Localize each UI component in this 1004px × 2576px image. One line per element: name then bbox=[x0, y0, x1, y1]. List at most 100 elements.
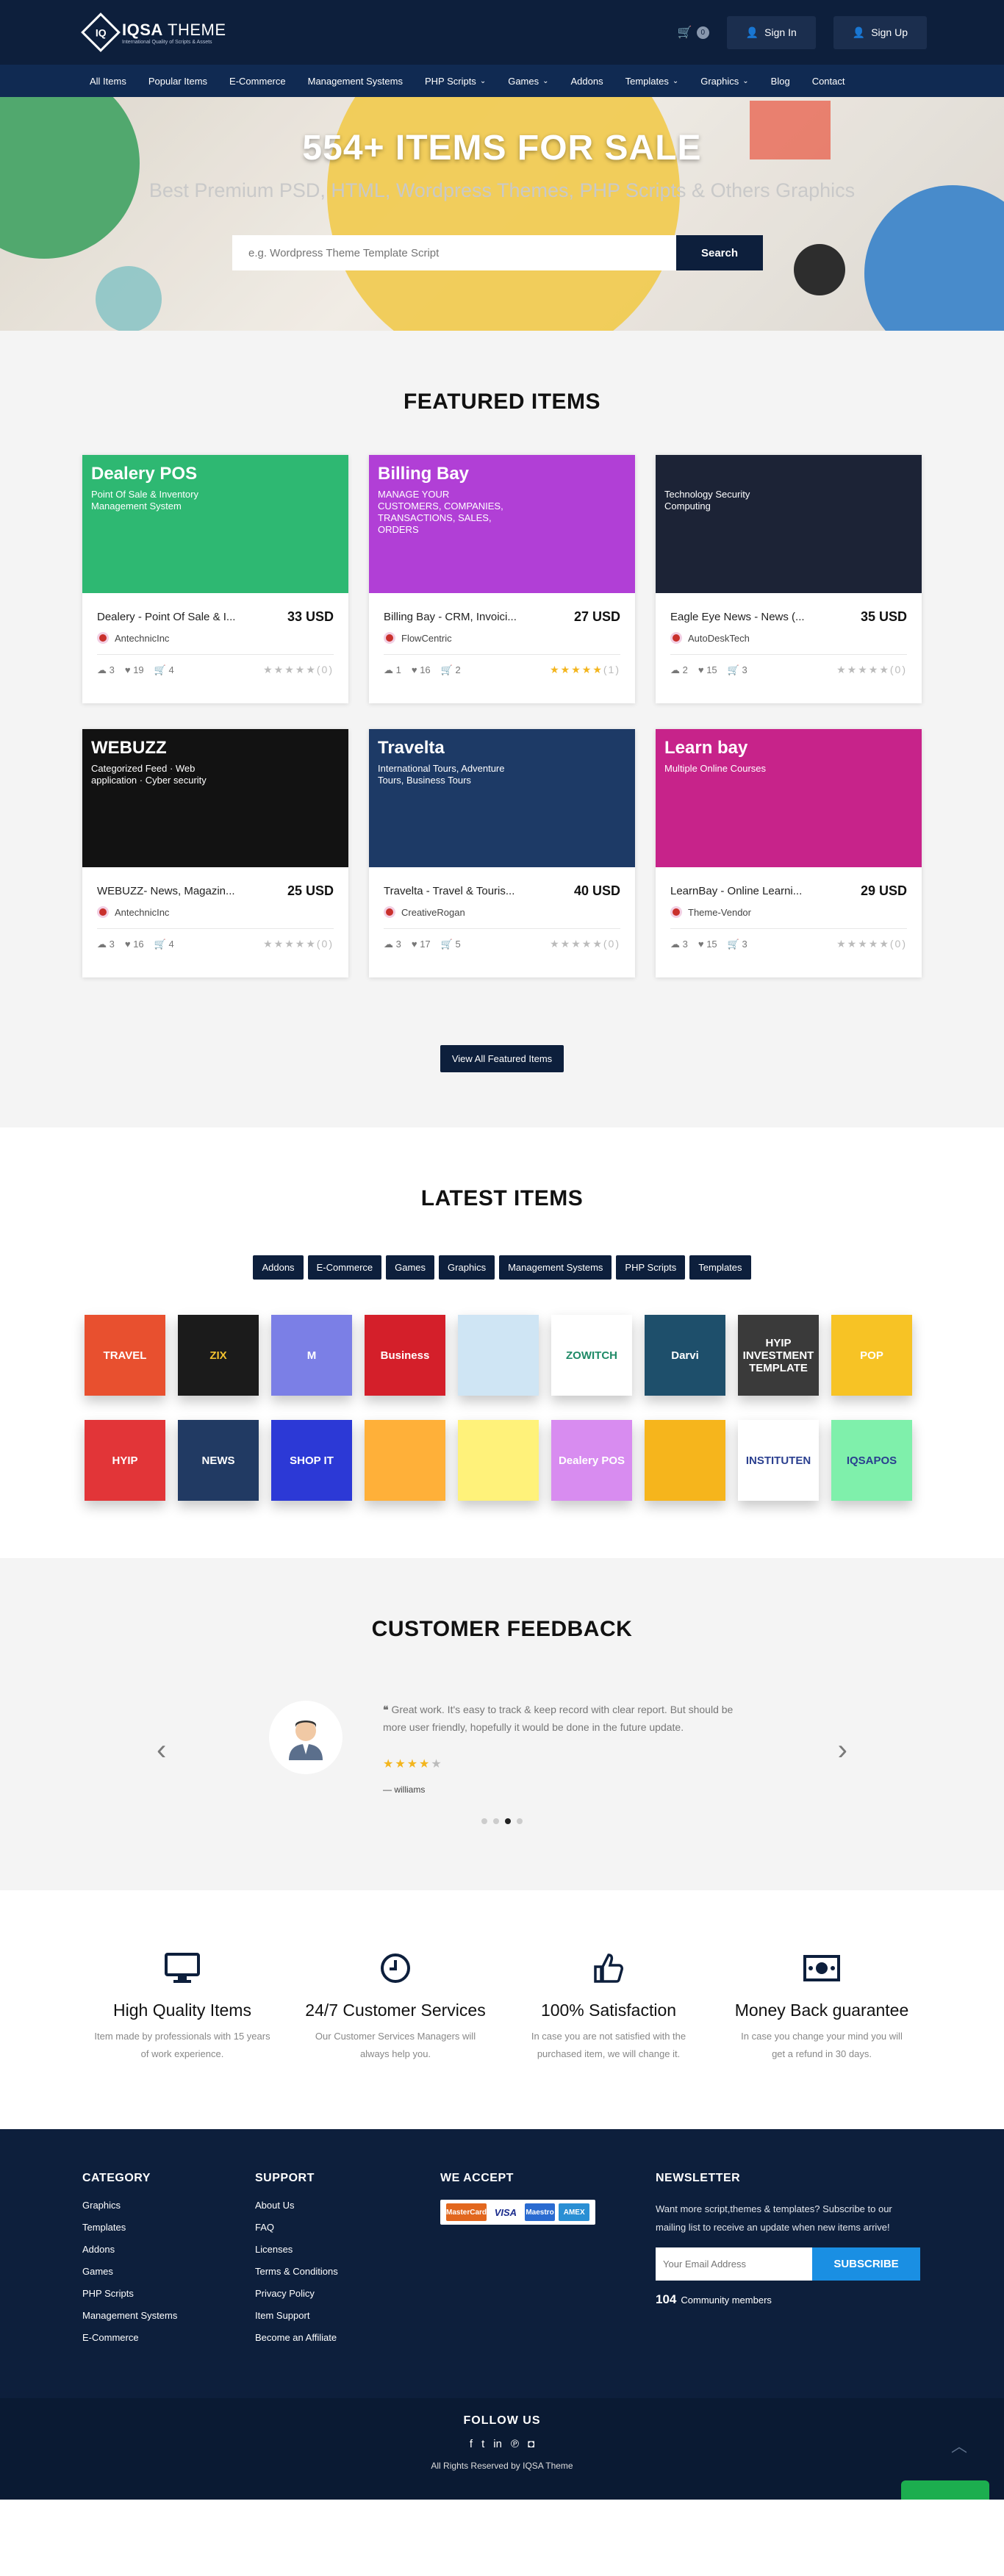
product-author[interactable]: Theme-Vendor bbox=[670, 906, 907, 918]
category-filter-button[interactable]: PHP Scripts bbox=[616, 1255, 686, 1280]
product-author[interactable]: AntechnicInc bbox=[97, 906, 334, 918]
slider-dot[interactable] bbox=[517, 1818, 523, 1824]
product-name[interactable]: Travelta - Travel & Touris... bbox=[384, 885, 545, 897]
newsletter-email-input[interactable] bbox=[656, 2247, 812, 2281]
category-filter-button[interactable]: Games bbox=[386, 1255, 435, 1280]
nav-item[interactable]: Games ⌄ bbox=[508, 76, 548, 87]
product-thumbnail[interactable]: Learn bay Multiple Online Courses bbox=[656, 729, 922, 867]
category-filter-button[interactable]: E-Commerce bbox=[307, 1255, 382, 1280]
footer-support-link[interactable]: Terms & Conditions bbox=[255, 2266, 440, 2277]
latest-item-thumbnail[interactable]: Business bbox=[365, 1315, 445, 1396]
product-card[interactable]: Billing Bay MANAGE YOUR CUSTOMERS, COMPAN… bbox=[369, 455, 635, 703]
footer-support-link[interactable]: About Us bbox=[255, 2200, 440, 2211]
footer-support-link[interactable]: FAQ bbox=[255, 2222, 440, 2233]
slider-dot-active[interactable] bbox=[505, 1818, 511, 1824]
latest-item-thumbnail[interactable] bbox=[458, 1315, 539, 1396]
nav-item[interactable]: Templates ⌄ bbox=[625, 76, 679, 87]
product-name[interactable]: LearnBay - Online Learni... bbox=[670, 885, 832, 897]
footer-support-link[interactable]: Licenses bbox=[255, 2244, 440, 2255]
product-card[interactable]: Technology Security Computing Eagle Eye N… bbox=[656, 455, 922, 703]
footer-category-link[interactable]: Addons bbox=[82, 2244, 255, 2255]
prev-arrow-icon[interactable]: ‹ bbox=[157, 1734, 166, 1767]
product-author[interactable]: CreativeRogan bbox=[384, 906, 620, 918]
product-thumbnail[interactable]: Technology Security Computing bbox=[656, 455, 922, 593]
latest-item-thumbnail[interactable]: ZOWITCH bbox=[551, 1315, 632, 1396]
sign-in-button[interactable]: 👤 Sign In bbox=[726, 15, 816, 49]
latest-item-thumbnail[interactable]: NEWS bbox=[178, 1420, 259, 1501]
latest-item-thumbnail[interactable]: HYIP INVESTMENT TEMPLATE bbox=[738, 1315, 819, 1396]
footer-category-link[interactable]: Graphics bbox=[82, 2200, 255, 2211]
chat-widget[interactable] bbox=[901, 2480, 989, 2500]
latest-item-thumbnail[interactable]: M bbox=[271, 1315, 352, 1396]
cart-button[interactable]: 🛒 0 bbox=[678, 25, 709, 40]
hero-search-button[interactable]: Search bbox=[676, 235, 763, 270]
product-name[interactable]: Eagle Eye News - News (... bbox=[670, 611, 832, 623]
nav-item[interactable]: E-Commerce bbox=[229, 76, 286, 87]
latest-item-thumbnail[interactable]: POP bbox=[831, 1315, 912, 1396]
latest-item-thumbnail[interactable]: INSTITUTEN bbox=[738, 1420, 819, 1501]
footer-category-link[interactable]: PHP Scripts bbox=[82, 2288, 255, 2299]
category-filter-button[interactable]: Management Systems bbox=[499, 1255, 612, 1280]
footer-support-link[interactable]: Privacy Policy bbox=[255, 2288, 440, 2299]
product-card[interactable]: Learn bay Multiple Online Courses LearnBay… bbox=[656, 729, 922, 977]
product-author[interactable]: FlowCentric bbox=[384, 632, 620, 644]
product-author[interactable]: AntechnicInc bbox=[97, 632, 334, 644]
latest-item-thumbnail[interactable]: HYIP bbox=[85, 1420, 165, 1501]
product-card[interactable]: Travelta International Tours, Adventure T… bbox=[369, 729, 635, 977]
latest-item-thumbnail[interactable]: TRAVEL bbox=[85, 1315, 165, 1396]
nav-item[interactable]: Contact bbox=[812, 76, 845, 87]
nav-item[interactable]: PHP Scripts ⌄ bbox=[425, 76, 486, 87]
nav-item[interactable]: Popular Items bbox=[148, 76, 207, 87]
author-name: Theme-Vendor bbox=[688, 906, 751, 918]
latest-item-thumbnail[interactable] bbox=[645, 1420, 725, 1501]
footer-support-link[interactable]: Become an Affiliate bbox=[255, 2332, 440, 2343]
nav-item[interactable]: Blog bbox=[771, 76, 790, 87]
footer-category-link[interactable]: Templates bbox=[82, 2222, 255, 2233]
star-icon: ★ bbox=[306, 938, 317, 950]
subscribe-button[interactable]: SUBSCRIBE bbox=[812, 2247, 920, 2281]
footer-category-link[interactable]: E-Commerce bbox=[82, 2332, 255, 2343]
nav-item[interactable]: Addons bbox=[571, 76, 603, 87]
view-all-featured-button[interactable]: View All Featured Items bbox=[440, 1045, 564, 1072]
chevron-down-icon: ⌄ bbox=[479, 76, 487, 85]
footer-category-link[interactable]: Management Systems bbox=[82, 2310, 255, 2321]
twitter-icon[interactable]: t bbox=[481, 2438, 484, 2450]
nav-item[interactable]: Management Systems bbox=[308, 76, 403, 87]
next-arrow-icon[interactable]: › bbox=[838, 1734, 847, 1767]
scroll-to-top-icon[interactable]: ︿ bbox=[951, 2433, 967, 2457]
product-name[interactable]: WEBUZZ- News, Magazin... bbox=[97, 885, 259, 897]
category-filter-button[interactable]: Addons bbox=[253, 1255, 304, 1280]
product-author[interactable]: AutoDeskTech bbox=[670, 632, 907, 644]
latest-item-thumbnail[interactable] bbox=[458, 1420, 539, 1501]
product-name[interactable]: Dealery - Point Of Sale & I... bbox=[97, 611, 259, 623]
latest-item-thumbnail[interactable]: Darvi bbox=[645, 1315, 725, 1396]
slider-dot[interactable] bbox=[493, 1818, 499, 1824]
hero-search-input[interactable] bbox=[232, 235, 676, 270]
footer-category-link[interactable]: Games bbox=[82, 2266, 255, 2277]
footer-support-link[interactable]: Item Support bbox=[255, 2310, 440, 2321]
category-filter-button[interactable]: Graphics bbox=[439, 1255, 495, 1280]
latest-item-thumbnail[interactable]: ZIX bbox=[178, 1315, 259, 1396]
latest-item-thumbnail[interactable] bbox=[365, 1420, 445, 1501]
product-thumbnail[interactable]: Travelta International Tours, Adventure T… bbox=[369, 729, 635, 867]
product-thumbnail[interactable]: Dealery POS Point Of Sale & Inventory Man… bbox=[82, 455, 348, 593]
latest-item-thumbnail[interactable]: Dealery POS bbox=[551, 1420, 632, 1501]
instagram-icon[interactable]: ◘ bbox=[528, 2438, 534, 2450]
product-card[interactable]: WEBUZZ Categorized Feed · Web application… bbox=[82, 729, 348, 977]
linkedin-icon[interactable]: in bbox=[493, 2438, 502, 2450]
facebook-icon[interactable]: f bbox=[470, 2438, 473, 2450]
latest-item-thumbnail[interactable]: SHOP IT bbox=[271, 1420, 352, 1501]
slider-dot[interactable] bbox=[481, 1818, 487, 1824]
nav-item[interactable]: All Items bbox=[90, 76, 126, 87]
nav-item[interactable]: Graphics ⌄ bbox=[700, 76, 748, 87]
category-filter-button[interactable]: Templates bbox=[689, 1255, 751, 1280]
latest-item-thumbnail[interactable]: IQSAPOS bbox=[831, 1420, 912, 1501]
site-logo[interactable]: IQ IQSA THEME International Quality of S… bbox=[81, 12, 226, 52]
product-name[interactable]: Billing Bay - CRM, Invoici... bbox=[384, 611, 545, 623]
product-thumbnail[interactable]: WEBUZZ Categorized Feed · Web application… bbox=[82, 729, 348, 867]
footer-category-title: CATEGORY bbox=[82, 2172, 151, 2184]
pinterest-icon[interactable]: ℗ bbox=[511, 2438, 519, 2450]
sign-up-button[interactable]: 👤 Sign Up bbox=[833, 15, 927, 49]
product-card[interactable]: Dealery POS Point Of Sale & Inventory Man… bbox=[82, 455, 348, 703]
product-thumbnail[interactable]: Billing Bay MANAGE YOUR CUSTOMERS, COMPAN… bbox=[369, 455, 635, 593]
